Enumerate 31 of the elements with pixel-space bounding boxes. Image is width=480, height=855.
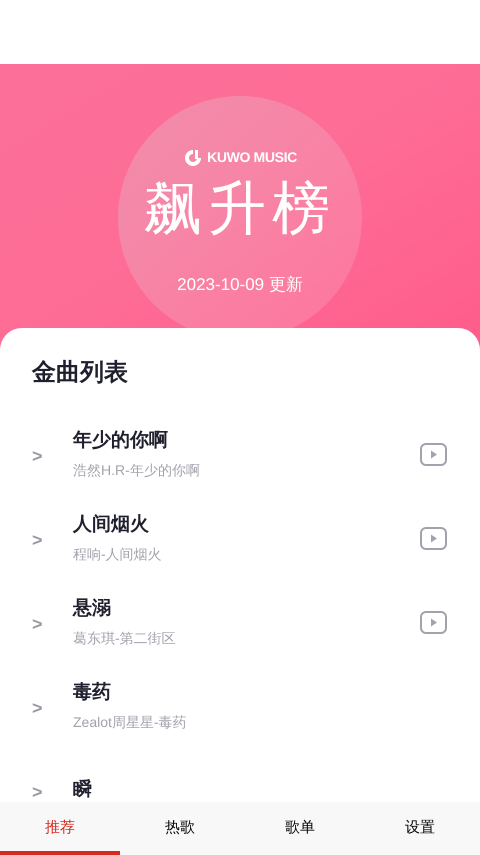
- expand-arrow: >: [32, 780, 44, 802]
- song-title: 人间烟火: [73, 513, 150, 537]
- brand-logo-text: KUWO MUSIC: [207, 148, 297, 167]
- song-title: 毒药: [73, 680, 112, 705]
- nav-tab[interactable]: 歌单: [240, 802, 360, 855]
- music-note-logo-icon: [183, 148, 204, 168]
- nav-tab[interactable]: 推荐: [0, 802, 120, 855]
- song-title: 年少的你啊: [73, 429, 169, 453]
- video-play-icon[interactable]: [420, 526, 447, 550]
- expand-arrow: >: [32, 612, 44, 636]
- song-title: 悬溺: [73, 597, 112, 621]
- expand-arrow: >: [32, 444, 44, 468]
- song-row[interactable]: > 瞬: [0, 748, 480, 802]
- song-row[interactable]: > 人间烟火 程响-人间烟火: [0, 496, 480, 580]
- song-artist: 浩然H.R-年少的你啊: [73, 461, 201, 480]
- song-artist: 程响-人间烟火: [73, 545, 163, 564]
- song-artist: Zealot周星星-毒药: [73, 713, 188, 732]
- song-title: 瞬: [73, 778, 93, 802]
- expand-arrow: >: [32, 696, 44, 720]
- nav-tab[interactable]: 热歌: [120, 802, 240, 855]
- nav-tab[interactable]: 设置: [360, 802, 480, 855]
- expand-arrow: >: [32, 528, 44, 552]
- song-row[interactable]: > 年少的你啊 浩然H.R-年少的你啊: [0, 412, 480, 496]
- song-artist: 葛东琪-第二街区: [73, 629, 177, 648]
- song-row[interactable]: > 悬溺 葛东琪-第二街区: [0, 580, 480, 664]
- song-row[interactable]: > 毒药 Zealot周星星-毒药: [0, 664, 480, 748]
- video-play-icon[interactable]: [420, 610, 447, 634]
- update-date: 2023-10-09 更新: [177, 274, 303, 296]
- list-title: 金曲列表: [30, 358, 129, 388]
- video-play-icon[interactable]: [420, 442, 447, 466]
- chart-title: 飙升榜: [144, 180, 336, 238]
